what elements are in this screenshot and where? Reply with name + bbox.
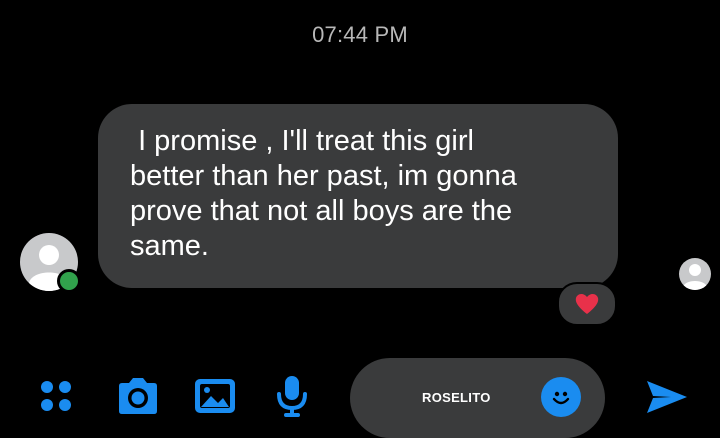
microphone-icon xyxy=(277,376,307,417)
apps-button[interactable] xyxy=(36,376,76,416)
gallery-icon xyxy=(195,379,235,413)
emoji-icon xyxy=(552,391,570,405)
seen-receipt-avatar xyxy=(679,258,711,290)
online-status-dot xyxy=(57,269,81,293)
message-reaction[interactable] xyxy=(557,282,617,326)
camera-icon xyxy=(119,378,157,414)
gallery-button[interactable] xyxy=(192,375,238,417)
message-bubble[interactable]: I promise , I'll treat this girl better … xyxy=(98,104,618,288)
send-icon xyxy=(647,381,687,413)
camera-button[interactable] xyxy=(114,375,162,417)
message-input-field[interactable]: ROSELITO xyxy=(350,358,605,438)
emoji-button[interactable] xyxy=(541,377,581,417)
default-user-icon xyxy=(683,264,707,290)
heart-icon xyxy=(575,294,599,314)
message-row: I promise , I'll treat this girl better … xyxy=(0,0,720,330)
send-button[interactable] xyxy=(644,376,690,418)
voice-message-button[interactable] xyxy=(272,374,312,418)
apps-icon xyxy=(41,381,71,411)
message-input-text: ROSELITO xyxy=(422,390,491,405)
